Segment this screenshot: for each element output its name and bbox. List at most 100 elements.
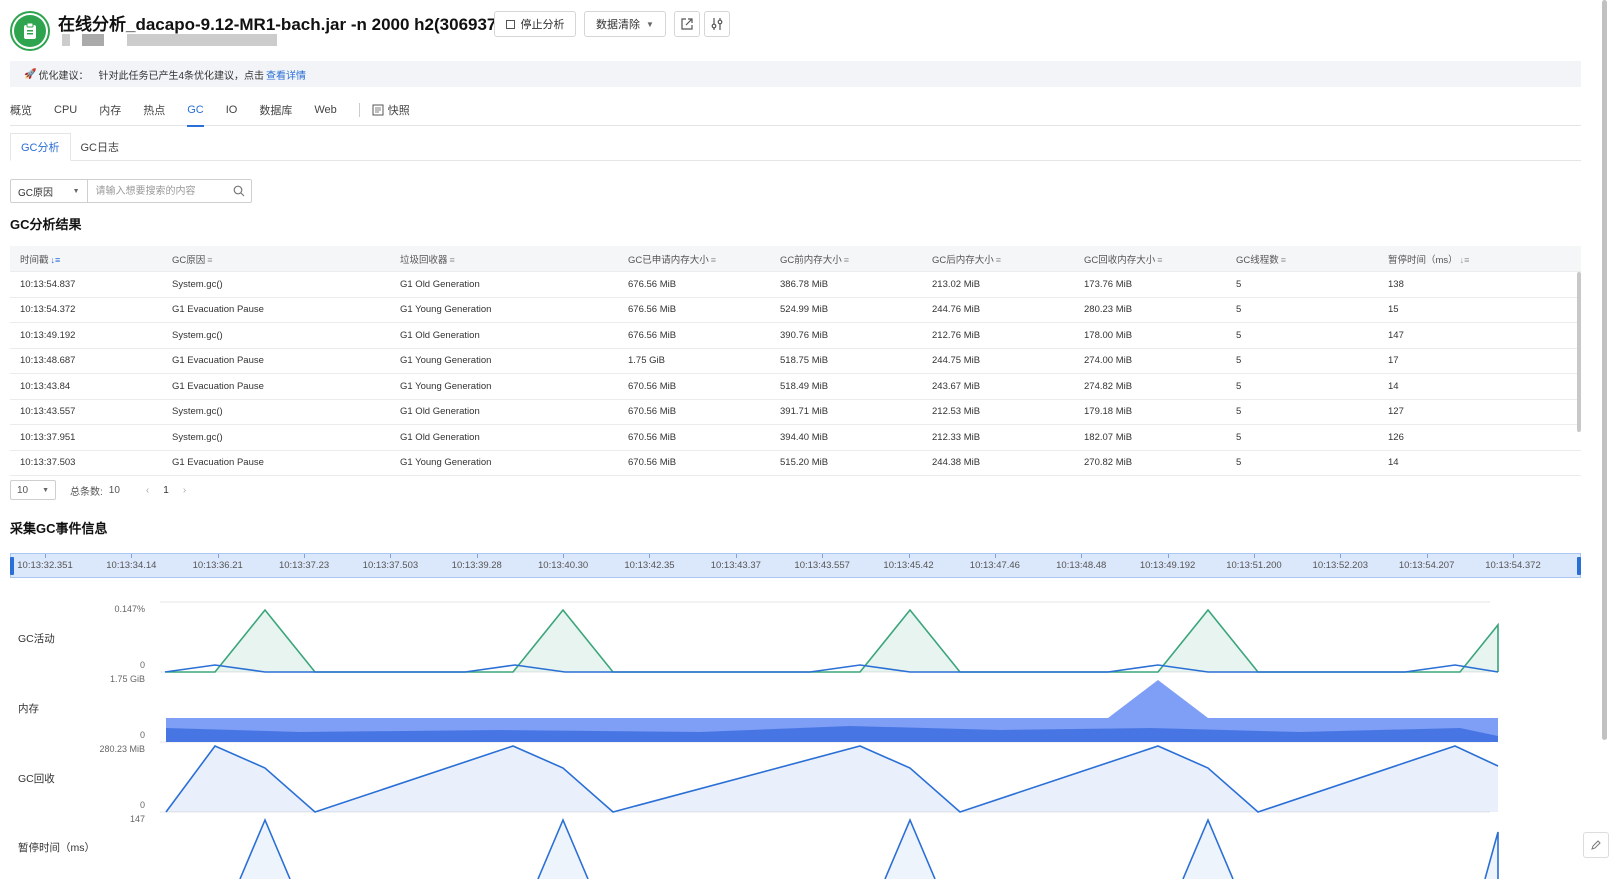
table-row[interactable]: 10:13:48.687 G1 Evacuation Pause G1 Young …: [10, 349, 1581, 374]
stop-analysis-button[interactable]: 停止分析: [494, 11, 576, 37]
caret-down-icon: ▼: [42, 486, 49, 494]
table-scrollbar[interactable]: [1577, 272, 1581, 432]
timeline-label: 10:13:32.351: [17, 560, 73, 571]
gc-activity-max: 0.147%: [114, 604, 145, 614]
tab-gc[interactable]: GC: [187, 94, 204, 127]
gc-activity-area: [166, 610, 1498, 672]
table-row[interactable]: 10:13:43.557 System.gc() G1 Old Generation…: [10, 400, 1581, 425]
snapshot-icon: [372, 104, 384, 115]
edit-feedback-button[interactable]: [1583, 832, 1609, 858]
table-header: 时间戳 ↓≡ GC原因 ≡ 垃圾回收器 ≡ GC已申请内存大小 ≡ GC前内存大小 ≡ GC后内存大…: [10, 246, 1581, 272]
table-row[interactable]: 10:13:37.503 G1 Evacuation Pause G1 Young …: [10, 451, 1581, 476]
tab-io[interactable]: IO: [226, 94, 238, 126]
sort-filter-icon[interactable]: ≡: [996, 255, 1001, 265]
table-cell: 10:13:43.84: [20, 380, 71, 392]
table-row[interactable]: 10:13:49.192 System.gc() G1 Old Generation…: [10, 323, 1581, 349]
column-header-gc-reason[interactable]: GC原因 ≡: [162, 252, 390, 266]
column-header-threads[interactable]: GC线程数 ≡: [1226, 252, 1378, 266]
table-cell: G1 Young Generation: [400, 380, 492, 392]
filter-field-select[interactable]: GC原因 ▼: [11, 180, 88, 202]
export-button[interactable]: [674, 11, 700, 37]
search-input[interactable]: [87, 180, 228, 202]
timeline-label: 10:13:36.21: [192, 560, 243, 571]
pause-max: 147: [129, 814, 145, 824]
timeline-range-slider[interactable]: 10:13:32.351 10:13:34.14 10:13:36.21 10:13:…: [10, 553, 1581, 578]
table-row[interactable]: 10:13:37.951 System.gc() G1 Old Generation…: [10, 425, 1581, 451]
main-tabs: 概览 CPU 内存 热点 GC IO 数据库 Web 快照: [10, 94, 1581, 127]
tab-overview[interactable]: 概览: [10, 94, 32, 126]
table-cell: 670.56 MiB: [628, 431, 677, 443]
tab-hotspot[interactable]: 热点: [143, 94, 165, 126]
column-header-reclaimed[interactable]: GC回收内存大小 ≡: [1074, 252, 1226, 266]
tab-memory[interactable]: 内存: [99, 94, 121, 126]
table-cell: G1 Old Generation: [400, 278, 480, 290]
sort-filter-icon[interactable]: ↓≡: [51, 255, 61, 265]
page-scrollbar[interactable]: [1602, 0, 1607, 740]
timeline-tick: [1253, 554, 1255, 558]
filter-field-value: GC原因: [18, 187, 53, 199]
sub-tabs: GC分析 GC日志: [10, 133, 1581, 161]
timeline-start-handle[interactable]: [10, 557, 14, 575]
column-header-collector[interactable]: 垃圾回收器 ≡: [390, 252, 618, 266]
table-row[interactable]: 10:13:54.837 System.gc() G1 Old Generation…: [10, 272, 1581, 298]
column-header-timestamp[interactable]: 时间戳 ↓≡: [10, 252, 162, 266]
tab-snapshot[interactable]: 快照: [372, 94, 410, 126]
table-cell: G1 Young Generation: [400, 355, 492, 367]
table-cell: 518.49 MiB: [780, 380, 829, 392]
sort-filter-icon[interactable]: ≡: [450, 255, 455, 265]
timeline-label: 10:13:51.200: [1226, 560, 1282, 571]
search-icon[interactable]: [228, 180, 251, 202]
column-header-after[interactable]: GC后内存大小 ≡: [922, 252, 1074, 266]
column-header-before[interactable]: GC前内存大小 ≡: [770, 252, 922, 266]
subtab-gc-log[interactable]: GC日志: [71, 133, 130, 161]
column-header-pause[interactable]: 暂停时间（ms） ↓≡: [1378, 252, 1581, 266]
data-clear-button[interactable]: 数据清除 ▼: [584, 11, 666, 37]
sort-filter-icon[interactable]: ≡: [844, 255, 849, 265]
settings-button[interactable]: [704, 11, 730, 37]
timeline-label: 10:13:40.30: [538, 560, 589, 571]
table-cell: 213.02 MiB: [932, 278, 981, 290]
timeline-tick: [217, 554, 219, 558]
rocket-icon: 🚀: [24, 68, 37, 80]
table-row[interactable]: 10:13:54.372 G1 Evacuation Pause G1 Young …: [10, 298, 1581, 323]
table-cell: 244.38 MiB: [932, 457, 981, 469]
table-cell: 274.00 MiB: [1084, 355, 1133, 367]
page-number[interactable]: 1: [163, 485, 169, 496]
table-cell: 243.67 MiB: [932, 380, 981, 392]
view-details-link[interactable]: 查看详情: [266, 67, 306, 82]
sort-filter-icon[interactable]: ≡: [207, 255, 212, 265]
pause-time-line: [239, 817, 291, 879]
sort-filter-icon[interactable]: ↓≡: [1460, 255, 1470, 265]
table-cell: 14: [1388, 380, 1399, 392]
gc-reclaim-zero: 0: [139, 800, 145, 810]
table-cell: 518.75 MiB: [780, 355, 829, 367]
timeline-label: 10:13:49.192: [1139, 560, 1196, 571]
timeline-tick: [994, 554, 996, 558]
subtab-gc-analysis[interactable]: GC分析: [10, 133, 71, 161]
table-cell: G1 Evacuation Pause: [172, 457, 264, 469]
chevron-right-icon[interactable]: ›: [183, 485, 186, 496]
timeline-end-handle[interactable]: [1577, 557, 1581, 575]
table-cell: G1 Old Generation: [400, 329, 480, 341]
table-cell: 173.76 MiB: [1084, 278, 1133, 290]
timeline-label: 10:13:37.503: [362, 560, 419, 571]
memory-zero: 0: [139, 730, 145, 740]
sort-filter-icon[interactable]: ≡: [711, 255, 716, 265]
sort-filter-icon[interactable]: ≡: [1157, 255, 1162, 265]
pause-time-line: [1484, 831, 1499, 879]
table-cell: 391.71 MiB: [780, 406, 829, 418]
column-header-allocated[interactable]: GC已申请内存大小 ≡: [618, 252, 770, 266]
table-cell: 212.76 MiB: [932, 329, 981, 341]
tab-web[interactable]: Web: [314, 94, 336, 126]
table-cell: 5: [1236, 406, 1242, 418]
page-size-select[interactable]: 10 ▼: [10, 480, 56, 500]
stop-icon: [505, 19, 515, 29]
page-title: 在线分析_dacapo-9.12-MR1-bach.jar -n 2000 h2…: [58, 15, 512, 34]
table-body: 10:13:54.837 System.gc() G1 Old Generation…: [10, 272, 1581, 476]
sort-filter-icon[interactable]: ≡: [1281, 255, 1286, 265]
tab-database[interactable]: 数据库: [259, 94, 292, 126]
gc-activity-line: [166, 608, 1499, 673]
tab-cpu[interactable]: CPU: [54, 94, 77, 126]
chevron-left-icon[interactable]: ‹: [146, 485, 149, 496]
table-row[interactable]: 10:13:43.84 G1 Evacuation Pause G1 Young G…: [10, 374, 1581, 400]
